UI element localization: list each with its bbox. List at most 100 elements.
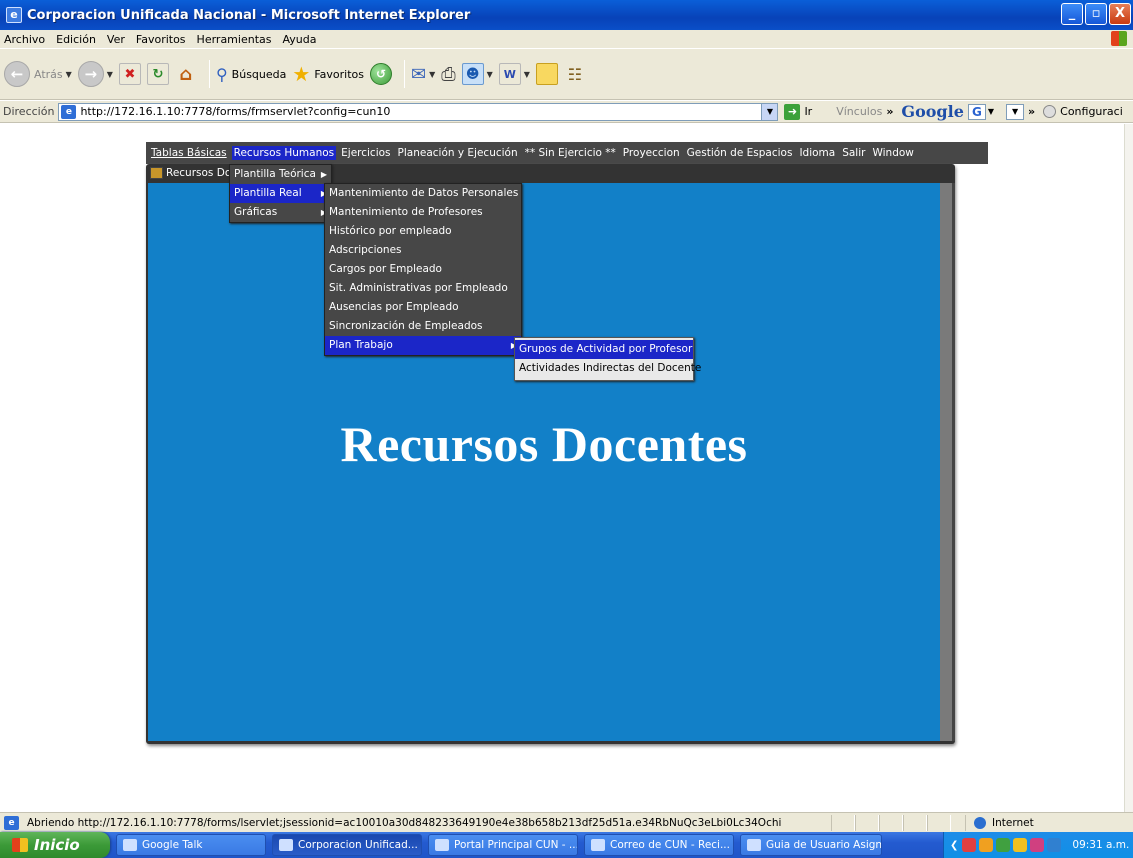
google-dropdown-icon[interactable]: ▼ <box>1006 103 1025 120</box>
menu-item-sit-administrativas[interactable]: Sit. Administrativas por Empleado <box>325 279 521 298</box>
address-input[interactable]: e http://172.16.1.10:7778/forms/frmservl… <box>58 102 779 121</box>
tray-display-icon[interactable] <box>1047 838 1062 852</box>
menu-recursos-humanos-dropdown: Plantilla Teórica▶ Plantilla Real▶ Gráfi… <box>229 164 332 223</box>
config-label: Configuraci <box>1060 105 1123 118</box>
menu-edicion[interactable]: Edición <box>56 33 96 46</box>
menu-plan-trabajo-dropdown: Grupos de Actividad por Profesor Activid… <box>514 337 701 381</box>
internet-explorer-icon <box>279 839 293 851</box>
toolbar-chevron-icon[interactable]: » <box>1028 105 1035 118</box>
forms-menu-window[interactable]: Window <box>872 147 913 159</box>
search-button[interactable]: ⚲ Búsqueda <box>216 65 286 84</box>
status-bar: e Abriendo http://172.16.1.10:7778/forms… <box>0 812 1133 832</box>
windows-logo-icon <box>1111 31 1127 46</box>
chevron-down-icon[interactable]: ▼ <box>988 107 994 116</box>
globe-icon <box>974 816 986 829</box>
taskbar-item-correo[interactable]: Correo de CUN - Reci... <box>584 834 734 856</box>
recursos-docentes-title: Recursos Docentes <box>340 416 748 472</box>
maximize-button[interactable]: ▫ <box>1085 3 1107 25</box>
tray-app-icon[interactable] <box>979 838 994 852</box>
menu-item-mantenimiento-profesores[interactable]: Mantenimiento de Profesores <box>325 203 521 222</box>
star-icon: ★ <box>292 62 311 86</box>
forms-menu-proyeccion[interactable]: Proyeccion <box>623 147 680 159</box>
address-dropdown-icon[interactable]: ▼ <box>761 103 778 120</box>
address-bar: Dirección e http://172.16.1.10:7778/form… <box>0 101 1133 123</box>
taskbar-item-corporacion[interactable]: Corporacion Unificad... <box>272 834 422 856</box>
home-icon[interactable]: ⌂ <box>175 63 197 85</box>
tray-expand-icon[interactable]: ❮ <box>950 840 958 851</box>
menu-plantilla-real-dropdown: Mantenimiento de Datos Personales Manten… <box>324 183 522 356</box>
forward-arrow-icon: → <box>77 61 104 87</box>
stop-icon[interactable]: ✖ <box>118 63 141 85</box>
forward-button[interactable]: → ▼ <box>77 61 113 87</box>
page-icon: e <box>61 104 77 119</box>
menu-herramientas[interactable]: Herramientas <box>197 33 272 46</box>
go-arrow-icon: ➜ <box>784 103 801 120</box>
start-label: Inicio <box>34 836 80 854</box>
start-button[interactable]: Inicio <box>0 832 110 858</box>
tray-antivirus-icon[interactable] <box>962 838 977 852</box>
menu-item-adscripciones[interactable]: Adscripciones <box>325 241 521 260</box>
page-loading-icon: e <box>4 815 19 830</box>
research-icon[interactable]: ☷ <box>564 63 586 85</box>
window-title: Corporacion Unificada Nacional - Microso… <box>27 7 471 23</box>
go-button[interactable]: ➜ Ir <box>784 103 812 120</box>
menu-item-plantilla-teorica[interactable]: Plantilla Teórica ▶ <box>230 165 331 184</box>
menu-item-plan-trabajo[interactable]: Plan Trabajo▶ <box>325 336 521 355</box>
forms-menu-gestion-espacios[interactable]: Gestión de Espacios <box>687 147 793 159</box>
folder-icon[interactable] <box>535 63 558 85</box>
forms-menu-sin-ejercicio[interactable]: ** Sin Ejercicio ** <box>525 147 616 159</box>
google-search-icon[interactable]: G <box>967 103 986 120</box>
menu-ayuda[interactable]: Ayuda <box>282 33 316 46</box>
window-title-bar[interactable]: e Corporacion Unificada Nacional - Micro… <box>0 0 1133 30</box>
forms-menu-bar: Tablas Básicas Recursos Humanos Ejercici… <box>146 142 988 164</box>
mail-icon: ✉ <box>410 63 427 85</box>
address-url: http://172.16.1.10:7778/forms/frmservlet… <box>80 105 391 118</box>
tray-network-icon[interactable] <box>996 838 1011 852</box>
messenger-icon: ☻ <box>461 63 484 85</box>
print-icon[interactable]: ⎙ <box>441 64 455 85</box>
links-label[interactable]: Vínculos <box>836 105 882 118</box>
chevron-down-icon: ▼ <box>106 69 113 79</box>
google-talk-icon <box>123 839 137 851</box>
history-icon[interactable]: ↺ <box>369 63 392 85</box>
system-tray: ❮ 09:31 a.m. <box>943 832 1133 858</box>
tray-messenger-icon[interactable] <box>1030 838 1045 852</box>
google-settings-button[interactable]: Configuraci <box>1043 105 1123 118</box>
refresh-icon[interactable]: ↻ <box>146 63 169 85</box>
vertical-scrollbar[interactable] <box>1124 124 1133 812</box>
menu-item-historico-empleado[interactable]: Histórico por empleado <box>325 222 521 241</box>
taskbar-item-google-talk[interactable]: Google Talk <box>116 834 266 856</box>
menu-favoritos[interactable]: Favoritos <box>136 33 186 46</box>
menu-item-grupos-actividad-profesor[interactable]: Grupos de Actividad por Profesor <box>515 340 693 359</box>
forms-menu-planeacion[interactable]: Planeación y Ejecución <box>398 147 518 159</box>
menu-item-graficas[interactable]: Gráficas▶ <box>230 203 331 222</box>
taskbar-item-guia-usuario[interactable]: Guia de Usuario Asign... <box>740 834 882 856</box>
links-chevron-icon[interactable]: » <box>886 105 893 118</box>
forms-menu-salir[interactable]: Salir <box>842 147 865 159</box>
security-zone: Internet <box>965 814 1034 831</box>
menu-item-mantenimiento-datos-personales[interactable]: Mantenimiento de Datos Personales <box>325 184 521 203</box>
form-scrollbar[interactable] <box>940 183 952 741</box>
menu-item-ausencias-empleado[interactable]: Ausencias por Empleado <box>325 298 521 317</box>
edit-button[interactable]: W ▼ <box>498 63 530 85</box>
menu-item-sincronizacion-empleados[interactable]: Sincronización de Empleados <box>325 317 521 336</box>
menu-item-actividades-indirectas[interactable]: Actividades Indirectas del Docente <box>515 359 701 378</box>
favorites-button[interactable]: ★ Favoritos <box>292 62 364 86</box>
menu-item-cargos-empleado[interactable]: Cargos por Empleado <box>325 260 521 279</box>
menu-item-plantilla-real[interactable]: Plantilla Real▶ <box>230 184 331 203</box>
forms-menu-tablas-basicas[interactable]: Tablas Básicas <box>151 147 227 159</box>
zone-label: Internet <box>992 816 1034 829</box>
forms-menu-recursos-humanos[interactable]: Recursos Humanos <box>231 146 337 160</box>
messenger-button[interactable]: ☻ ▼ <box>461 63 493 85</box>
close-button[interactable]: X <box>1109 3 1131 25</box>
back-arrow-icon: ← <box>4 61 30 87</box>
tray-shield-icon[interactable] <box>1013 838 1028 852</box>
menu-ver[interactable]: Ver <box>107 33 125 46</box>
back-button[interactable]: ← Atrás ▼ <box>4 61 72 87</box>
menu-archivo[interactable]: Archivo <box>4 33 45 46</box>
taskbar-item-portal-principal[interactable]: Portal Principal CUN - ... <box>428 834 578 856</box>
mail-button[interactable]: ✉ ▼ <box>411 64 435 85</box>
forms-menu-ejercicios[interactable]: Ejercicios <box>341 147 390 159</box>
forms-menu-idioma[interactable]: Idioma <box>799 147 835 159</box>
minimize-button[interactable]: _ <box>1061 3 1083 25</box>
